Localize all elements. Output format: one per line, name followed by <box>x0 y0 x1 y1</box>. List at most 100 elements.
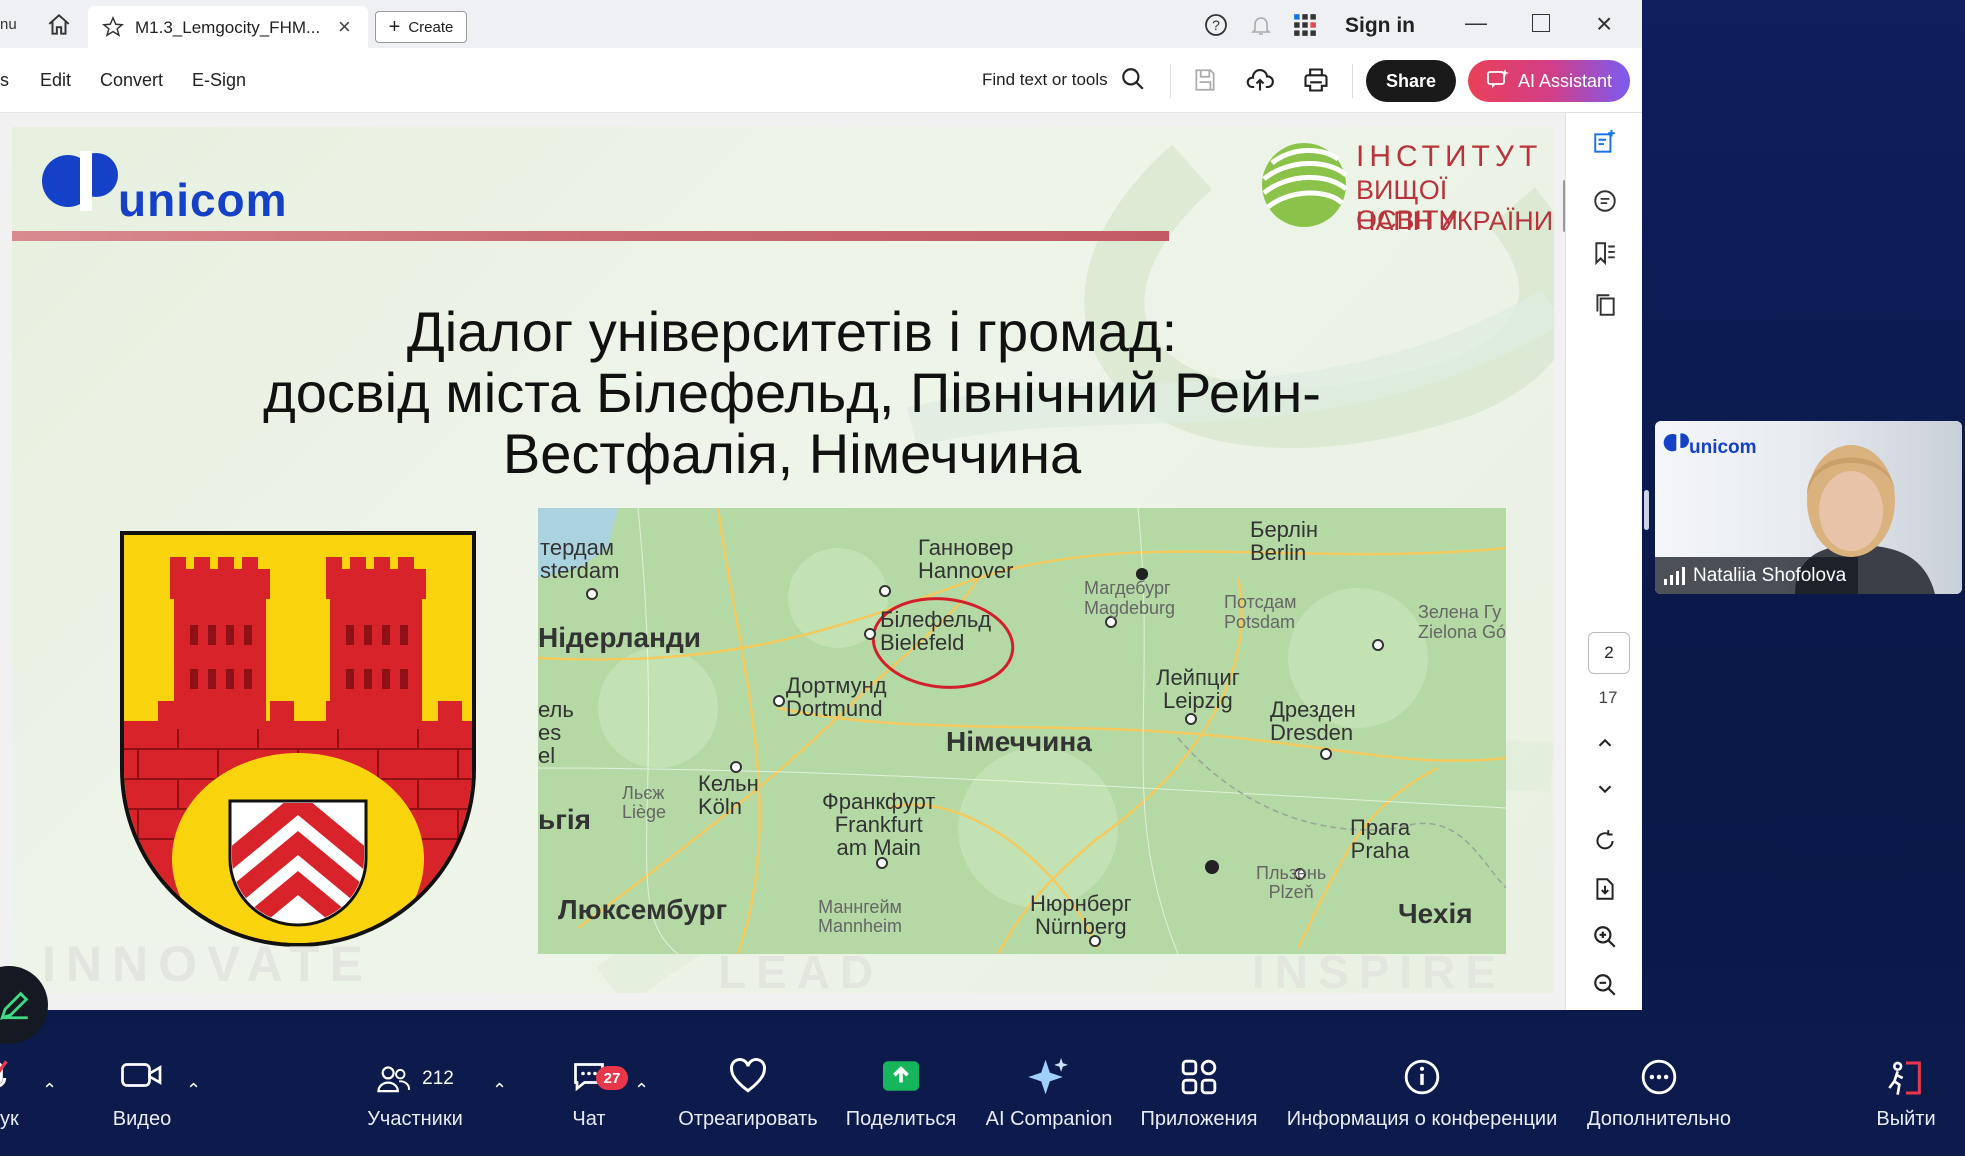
page-number-input[interactable]: 2 <box>1588 632 1630 674</box>
zoom-out-icon[interactable] <box>1590 972 1620 1002</box>
help-icon[interactable]: ? <box>1204 13 1228 42</box>
close-tab-icon[interactable]: × <box>338 14 351 40</box>
close-window-icon[interactable]: × <box>1596 8 1612 40</box>
map-label-praha: Прага Praha <box>1350 815 1411 863</box>
menu-partial[interactable]: s <box>0 70 9 91</box>
slide-title-line-1: Діалог університетів і громад: <box>406 300 1178 363</box>
star-icon[interactable] <box>101 15 125 43</box>
ai-companion-button[interactable]: AI Companion <box>982 1058 1116 1131</box>
slide-header-rule <box>12 231 1169 241</box>
camera-icon <box>96 1058 188 1100</box>
save-icon[interactable] <box>1192 67 1218 98</box>
react-button[interactable]: Отреагировать <box>668 1058 828 1131</box>
svg-text:?: ? <box>1212 17 1220 33</box>
institute-line-1: ІНСТИТУТ <box>1356 140 1543 173</box>
watermark-innovate: INNOVATE <box>42 936 373 992</box>
maximize-icon[interactable] <box>1532 14 1550 32</box>
cloud-upload-icon[interactable] <box>1246 66 1274 99</box>
sign-in-link[interactable]: Sign in <box>1345 14 1415 38</box>
chat-label: Чат <box>572 1108 606 1130</box>
slide-title-line-2: досвід міста Білефельд, Північний Рейн- <box>263 361 1321 424</box>
react-label: Отреагировать <box>678 1108 818 1130</box>
participants-options-caret-icon[interactable]: ⌃ <box>492 1080 507 1101</box>
rotate-icon[interactable] <box>1590 828 1620 858</box>
create-button[interactable]: + Create <box>375 11 467 43</box>
page-total: 17 <box>1598 688 1618 707</box>
find-tools-label[interactable]: Find text or tools <box>982 70 1108 90</box>
map-label-magdeburg: Магдебург Magdeburg <box>1084 578 1176 618</box>
bielefeld-coat-of-arms <box>118 529 478 949</box>
tab-title: M1.3_Lemgocity_FHM... <box>135 18 321 37</box>
meeting-info-label: Информация о конференции <box>1286 1108 1558 1130</box>
map-label-leipzig: Лейпциг Leipzig <box>1156 665 1240 713</box>
leave-button[interactable]: Выйти <box>1866 1058 1946 1131</box>
map-label-koln: Кельн Köln <box>698 771 759 819</box>
bookmark-icon[interactable] <box>1590 240 1620 270</box>
menu-convert[interactable]: Convert <box>100 70 163 91</box>
map-label-nurnberg: Нюрнберг Nürnberg <box>1030 891 1132 939</box>
video-panel-resize-handle[interactable] <box>1644 490 1649 530</box>
mute-button[interactable]: ук <box>0 1058 30 1131</box>
zoom-in-icon[interactable] <box>1590 924 1620 954</box>
page-down-icon[interactable] <box>1590 778 1620 808</box>
map-label-dresden: Дрезден Dresden <box>1270 697 1356 745</box>
video-label: Видео <box>112 1108 172 1130</box>
apps-grid-icon[interactable] <box>1292 12 1318 43</box>
more-button[interactable]: Дополнительно <box>1584 1058 1734 1131</box>
map-label-plzen: Пльзень Plzeň <box>1256 863 1327 902</box>
apps-icon <box>1134 1058 1264 1100</box>
pen-icon <box>0 991 29 1020</box>
extract-page-icon[interactable] <box>1590 876 1620 906</box>
menu-edit[interactable]: Edit <box>40 70 71 91</box>
pages-icon[interactable] <box>1590 292 1620 322</box>
ai-sparkle-icon <box>1486 68 1510 95</box>
map-label-czechia: Чехія <box>1398 898 1473 929</box>
video-options-caret-icon[interactable]: ⌃ <box>186 1080 201 1101</box>
meeting-info-button[interactable]: Информация о конференции <box>1284 1058 1560 1131</box>
print-icon[interactable] <box>1302 66 1330 99</box>
ai-companion-sparkle-icon <box>982 1058 1116 1100</box>
participant-video-tile[interactable]: unicom Nataliia Shofolova <box>1655 421 1962 594</box>
microphone-icon <box>0 1058 30 1100</box>
ai-assistant-button[interactable]: AI Assistant <box>1468 60 1630 102</box>
slide-title-line-3: Вестфалія, Німеччина <box>502 422 1082 485</box>
participant-name: Nataliia Shofolova <box>1693 564 1847 586</box>
page-up-icon[interactable] <box>1590 732 1620 762</box>
leave-door-icon <box>1866 1058 1946 1100</box>
apps-button[interactable]: Приложения <box>1134 1058 1264 1131</box>
institute-logo-globe <box>1258 139 1350 231</box>
map-label-germany: Німеччина <box>946 726 1092 757</box>
share-screen-button[interactable]: Поделиться <box>840 1058 962 1131</box>
plus-icon: + <box>388 15 401 38</box>
more-dots-icon <box>1584 1058 1734 1100</box>
unicom-logo-mark <box>40 145 130 225</box>
chat-options-caret-icon[interactable]: ⌃ <box>634 1080 649 1101</box>
map-label-dortmund: Дортмунд Dortmund <box>786 673 887 721</box>
search-icon[interactable] <box>1120 66 1146 97</box>
watermark-inspire: INSPIRE <box>1252 946 1507 993</box>
map-label-mannheim: Маннгейм Mannheim <box>818 897 903 936</box>
home-icon[interactable] <box>46 12 72 38</box>
participants-icon <box>377 1066 410 1093</box>
participants-count: 212 <box>422 1068 454 1089</box>
signal-bars-icon <box>1664 566 1685 585</box>
share-screen-icon <box>840 1058 962 1100</box>
watermark-lead: LEAD <box>718 946 884 993</box>
comment-icon[interactable] <box>1590 188 1620 218</box>
tab-document[interactable]: M1.3_Lemgocity_FHM... × <box>88 6 368 48</box>
edit-pdf-icon[interactable] <box>1590 130 1620 160</box>
audio-options-caret-icon[interactable]: ⌃ <box>42 1080 57 1101</box>
participants-button[interactable]: 212 Участники <box>360 1058 470 1131</box>
apps-label: Приложения <box>1140 1108 1258 1130</box>
tab-partial[interactable]: nu <box>0 16 17 33</box>
chat-unread-badge: 27 <box>596 1066 628 1090</box>
video-bg-unicom-text: unicom <box>1689 437 1757 458</box>
menu-esign[interactable]: E-Sign <box>192 70 246 91</box>
share-button[interactable]: Share <box>1366 60 1456 102</box>
video-button[interactable]: Видео <box>96 1058 188 1131</box>
slide-title: Діалог університетів і громад: досвід мі… <box>192 301 1392 484</box>
minimize-icon[interactable]: — <box>1465 10 1487 36</box>
leave-label: Выйти <box>1876 1108 1936 1130</box>
bell-icon[interactable] <box>1249 13 1273 42</box>
tab-bar: nu M1.3_Lemgocity_FHM... × + Create ? Si… <box>0 0 1642 48</box>
